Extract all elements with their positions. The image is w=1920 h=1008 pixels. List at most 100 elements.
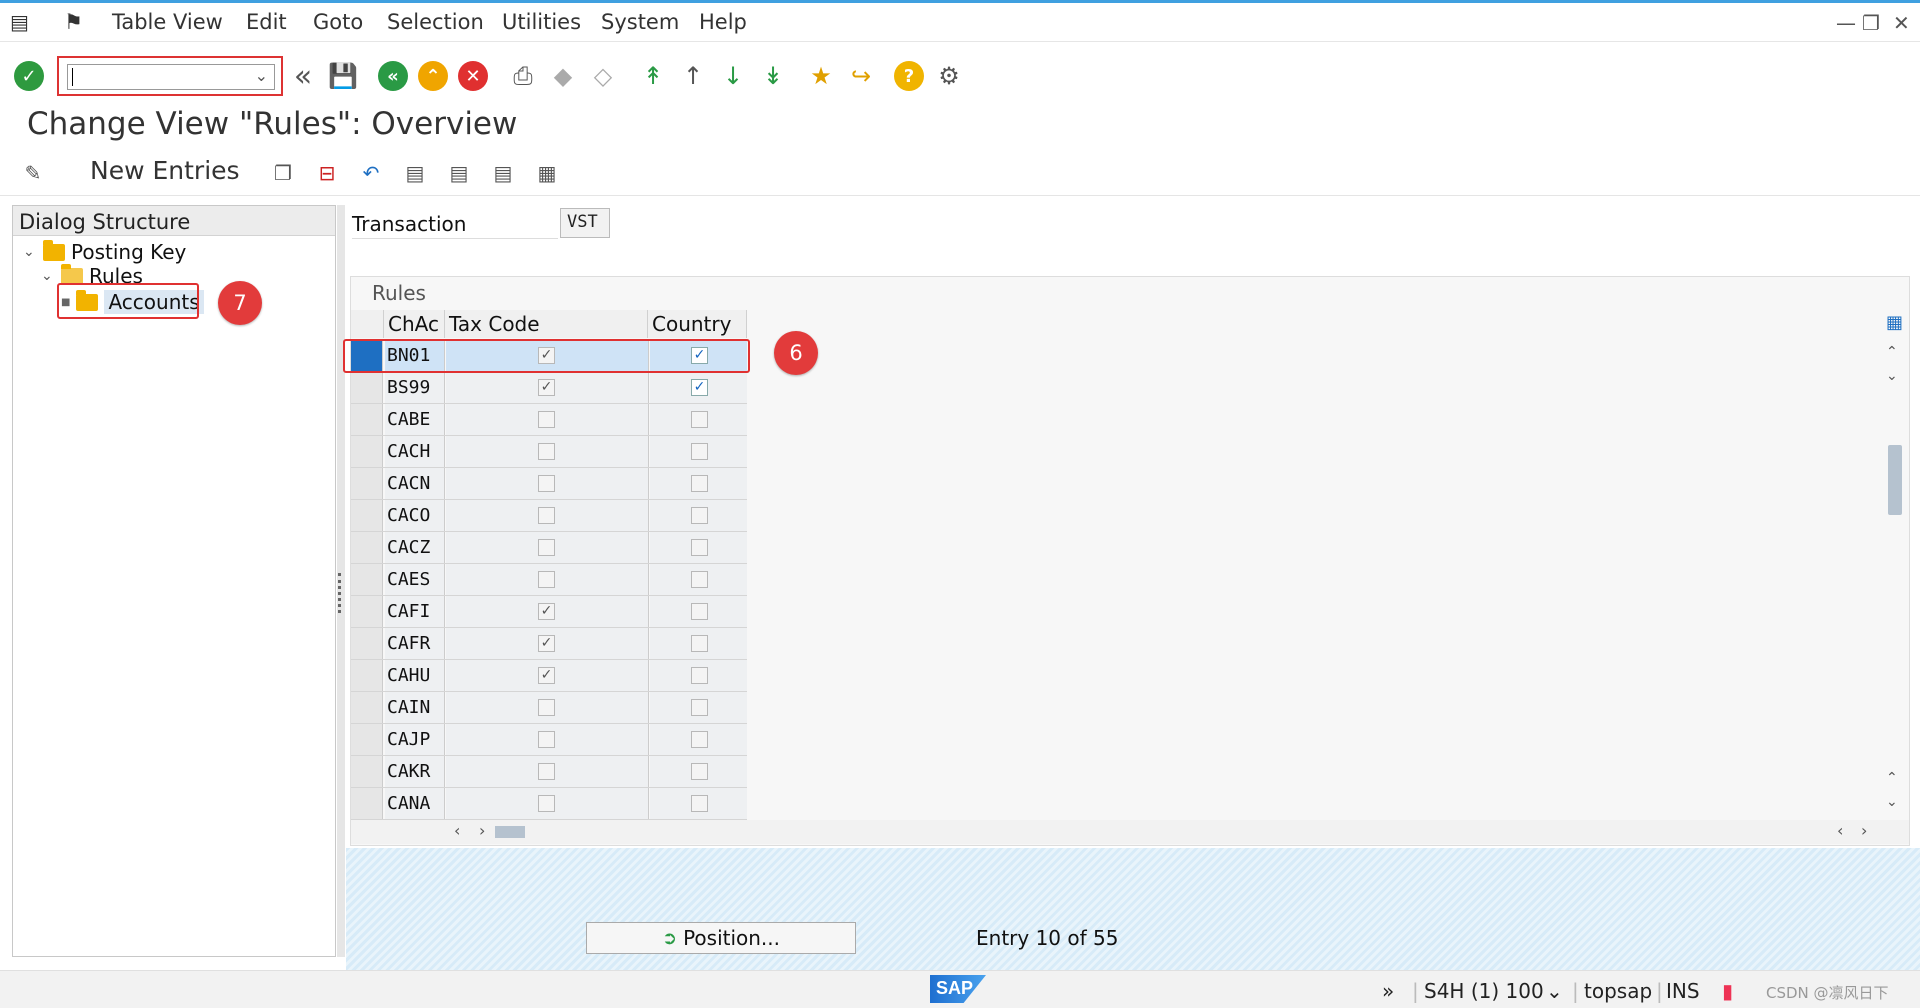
- country-checkbox[interactable]: [691, 539, 708, 556]
- exit-icon[interactable]: ⌃: [418, 61, 448, 91]
- tax-code-checkbox[interactable]: [538, 731, 555, 748]
- menu-help[interactable]: Help: [699, 10, 747, 34]
- delete-icon[interactable]: ⊟: [312, 158, 342, 188]
- cancel-icon[interactable]: ✕: [458, 61, 488, 91]
- table-row[interactable]: CAFR ✓: [351, 628, 747, 660]
- tax-code-checkbox[interactable]: [538, 507, 555, 524]
- help-icon[interactable]: ?: [894, 61, 924, 91]
- tax-code-checkbox[interactable]: [538, 699, 555, 716]
- country-checkbox[interactable]: [691, 731, 708, 748]
- insert-mode[interactable]: INS: [1666, 979, 1700, 1003]
- scroll-down-icon[interactable]: ⌄: [1886, 368, 1898, 384]
- row-selector[interactable]: [351, 788, 383, 819]
- row-selector[interactable]: [351, 692, 383, 723]
- tax-code-checkbox[interactable]: ✓: [538, 603, 555, 620]
- last-page-icon[interactable]: ↡: [756, 59, 790, 93]
- splitter[interactable]: [337, 205, 345, 957]
- country-checkbox[interactable]: [691, 667, 708, 684]
- scroll-left-icon[interactable]: ‹: [454, 821, 460, 840]
- menu-icon[interactable]: ▤: [10, 10, 29, 34]
- row-selector[interactable]: [351, 468, 383, 499]
- enter-icon[interactable]: ✓: [14, 61, 44, 91]
- country-checkbox[interactable]: [691, 411, 708, 428]
- previous-entry-icon[interactable]: ▤: [400, 158, 430, 188]
- row-selector[interactable]: [351, 724, 383, 755]
- horizontal-scroll-thumb[interactable]: [495, 826, 525, 838]
- expand-status-icon[interactable]: »: [1382, 979, 1394, 1003]
- save-icon[interactable]: 💾: [326, 59, 360, 93]
- restore-icon[interactable]: ❐: [1862, 11, 1880, 35]
- country-checkbox[interactable]: [691, 507, 708, 524]
- tax-code-checkbox[interactable]: ✓: [538, 379, 555, 396]
- new-entries-button[interactable]: New Entries: [90, 156, 240, 185]
- chevron-down-icon[interactable]: ⌄: [41, 268, 55, 284]
- table-row[interactable]: CAFI ✓: [351, 596, 747, 628]
- tax-code-checkbox[interactable]: [538, 539, 555, 556]
- country-checkbox[interactable]: [691, 795, 708, 812]
- command-field[interactable]: ⌄: [67, 64, 275, 90]
- find-icon[interactable]: ◆: [546, 59, 580, 93]
- menu-edit[interactable]: Edit: [246, 10, 287, 34]
- table-row[interactable]: CAJP: [351, 724, 747, 756]
- close-icon[interactable]: ✕: [1893, 11, 1910, 35]
- scroll-right-icon[interactable]: ›: [1861, 821, 1867, 840]
- create-session-icon[interactable]: ★: [804, 59, 838, 93]
- previous-page-icon[interactable]: ↑: [676, 59, 710, 93]
- menu-goto[interactable]: Goto: [313, 10, 363, 34]
- system-info[interactable]: S4H (1) 100: [1424, 979, 1544, 1003]
- collapse-icon[interactable]: «: [286, 59, 320, 94]
- tax-code-checkbox[interactable]: [538, 763, 555, 780]
- position-button[interactable]: ➲ Position...: [586, 922, 856, 954]
- row-selector[interactable]: [351, 500, 383, 531]
- copy-as-icon[interactable]: ❐: [268, 158, 298, 188]
- table-row[interactable]: CABE: [351, 404, 747, 436]
- scroll-right-icon[interactable]: ›: [479, 821, 485, 840]
- tax-code-checkbox[interactable]: [538, 795, 555, 812]
- vertical-scroll-thumb[interactable]: [1888, 445, 1902, 515]
- table-row[interactable]: BS99 ✓ ✓: [351, 372, 747, 404]
- next-page-icon[interactable]: ↓: [716, 59, 750, 93]
- country-checkbox[interactable]: [691, 635, 708, 652]
- country-checkbox[interactable]: [691, 763, 708, 780]
- country-checkbox[interactable]: [691, 571, 708, 588]
- menu-table-view[interactable]: Table View: [112, 10, 223, 34]
- page-up-icon[interactable]: ⌃: [1886, 770, 1898, 786]
- menu-utilities[interactable]: Utilities: [502, 10, 581, 34]
- scroll-up-icon[interactable]: ⌃: [1886, 344, 1898, 360]
- column-header-country[interactable]: Country: [648, 310, 747, 338]
- menu-selection[interactable]: Selection: [387, 10, 484, 34]
- country-checkbox[interactable]: [691, 475, 708, 492]
- column-header-tax-code[interactable]: Tax Code: [445, 310, 648, 338]
- row-selector[interactable]: [351, 628, 383, 659]
- table-row[interactable]: CACO: [351, 500, 747, 532]
- print-icon[interactable]: ⎙: [506, 59, 540, 93]
- vertical-scrollbar[interactable]: ▦ ⌃ ⌄ ⌃ ⌄: [1882, 310, 1906, 820]
- country-checkbox[interactable]: ✓: [691, 379, 708, 396]
- tax-code-checkbox[interactable]: [538, 411, 555, 428]
- select-all-icon[interactable]: ▤: [488, 158, 518, 188]
- chevron-down-icon[interactable]: ⌄: [255, 66, 268, 85]
- table-row[interactable]: CAES: [351, 564, 747, 596]
- undo-icon[interactable]: ↶: [356, 158, 386, 188]
- row-selector[interactable]: [351, 532, 383, 563]
- back-icon[interactable]: «: [378, 61, 408, 91]
- chevron-down-icon[interactable]: ⌄: [23, 244, 37, 260]
- first-page-icon[interactable]: ↟: [636, 59, 670, 93]
- table-row[interactable]: CAIN: [351, 692, 747, 724]
- table-row[interactable]: CAKR: [351, 756, 747, 788]
- select-block-icon[interactable]: ▦: [532, 158, 562, 188]
- country-checkbox[interactable]: [691, 699, 708, 716]
- select-all-column-header[interactable]: [351, 310, 384, 338]
- tax-code-checkbox[interactable]: ✓: [538, 635, 555, 652]
- scroll-left-icon[interactable]: ‹: [1837, 821, 1843, 840]
- chevron-down-icon[interactable]: ⌄: [1546, 979, 1563, 1003]
- minimize-icon[interactable]: —: [1836, 11, 1856, 35]
- tree-node-posting-key[interactable]: ⌄ Posting Key: [23, 239, 186, 264]
- table-row[interactable]: CANA: [351, 788, 747, 820]
- next-entry-icon[interactable]: ▤: [444, 158, 474, 188]
- tax-code-checkbox[interactable]: [538, 571, 555, 588]
- row-selector[interactable]: [351, 596, 383, 627]
- customize-icon[interactable]: ⚑: [64, 10, 83, 34]
- row-selector[interactable]: [351, 756, 383, 787]
- shortcut-icon[interactable]: ↪: [844, 59, 878, 93]
